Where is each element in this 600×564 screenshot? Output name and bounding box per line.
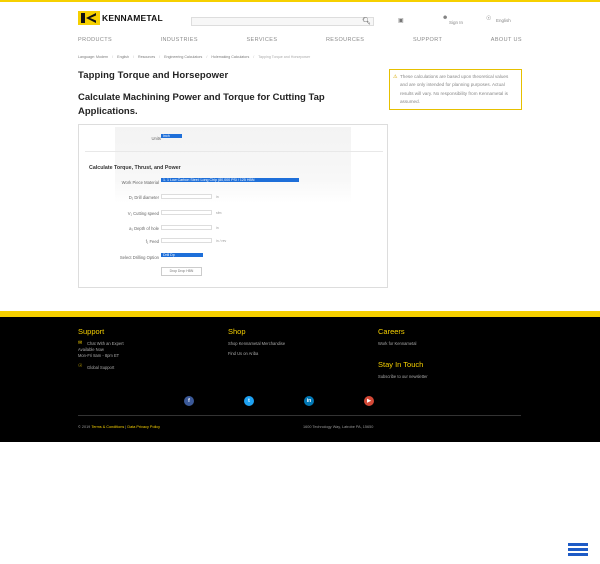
store-icon[interactable]: ▣ <box>398 17 404 24</box>
breadcrumb-item[interactable]: Resources <box>138 55 155 59</box>
linkedin-icon[interactable]: in <box>304 396 314 406</box>
breadcrumb-separator: / <box>159 55 161 59</box>
site-footer: Support ✉ Chat With an Expert Available … <box>0 317 600 442</box>
twitter-icon[interactable]: t <box>244 396 254 406</box>
drill-diameter-input[interactable] <box>161 194 212 199</box>
breadcrumb-separator: / <box>112 55 114 59</box>
copyright-bar: © 2019 Terms & Conditions | Data Privacy… <box>78 425 161 429</box>
calculate-button[interactable]: Drop Drop HBN <box>161 267 202 276</box>
page-subtitle: Calculate Machining Power and Torque for… <box>78 92 325 117</box>
availability-text: Available Now <box>78 347 104 352</box>
breadcrumb-separator: / <box>253 55 255 59</box>
flag-stripe <box>568 553 588 556</box>
breadcrumb-item[interactable]: English <box>117 55 129 59</box>
depth-input[interactable] <box>161 225 212 230</box>
drilling-option-select[interactable]: Drill Dp <box>161 253 203 257</box>
copyright-text: © 2019 <box>78 425 91 429</box>
drill-diameter-label: D₁ Drill diameter <box>128 195 159 200</box>
chat-icon: ✉ <box>78 340 83 346</box>
feedback-flag-icon[interactable] <box>568 543 588 556</box>
breadcrumb-current: Tapping Torque and Horsepower <box>258 55 311 59</box>
material-label: Work Piece Material <box>121 180 159 185</box>
nav-services[interactable]: SERVICES <box>246 37 277 45</box>
logo-mark-icon <box>78 11 100 25</box>
feed-unit: in / rev <box>216 239 227 243</box>
breadcrumb-item[interactable]: Holemaking Calculators <box>211 55 249 59</box>
drilling-option-label: Select Drilling Option <box>119 255 159 260</box>
globe-icon: ☉ <box>78 363 83 369</box>
feed-label: f₁ Feed <box>145 239 159 244</box>
logo-text: KENNAMETAL <box>102 13 163 23</box>
stay-in-touch-title: Stay In Touch <box>378 360 424 369</box>
facebook-icon[interactable]: f <box>184 396 194 406</box>
footer-divider <box>78 415 521 416</box>
newsletter-link[interactable]: Subscribe to our newsletter <box>378 374 428 379</box>
drill-diameter-unit: in <box>216 195 219 199</box>
units-select[interactable]: Inch <box>161 134 182 138</box>
flag-stripe <box>568 548 588 551</box>
search-input[interactable]: 🔍︎ <box>191 17 374 26</box>
disclaimer-text: These calculations are based upon theore… <box>400 74 509 104</box>
sign-in-link[interactable]: Sign In <box>449 20 463 25</box>
ariba-link[interactable]: Find Us on Ariba <box>228 351 258 356</box>
page-title: Tapping Torque and Horsepower <box>78 70 229 81</box>
address-text: 1600 Technology Way, Latrobe PA, 15650 <box>303 425 374 429</box>
chat-link[interactable]: Chat With an Expert <box>87 341 124 346</box>
units-label: Units <box>151 136 161 141</box>
terms-link[interactable]: Terms & Conditions <box>91 425 124 429</box>
feed-input[interactable] <box>161 238 212 243</box>
main-nav: PRODUCTS INDUSTRIES SERVICES RESOURCES S… <box>78 37 522 45</box>
breadcrumb-item[interactable]: Language: Modern <box>78 55 108 59</box>
work-for-link[interactable]: Work for Kennametal <box>378 341 416 346</box>
material-select[interactable]: 1. 1 Low Carbon Steel: Long Chip (80,000… <box>161 178 299 182</box>
cutting-speed-unit: sfm <box>216 211 222 215</box>
section-title: Calculate Torque, Thrust, and Power <box>89 165 181 171</box>
breadcrumb-item[interactable]: Engineering Calculators <box>164 55 202 59</box>
cutting-speed-input[interactable] <box>161 210 212 215</box>
shop-title: Shop <box>228 327 246 336</box>
support-title: Support <box>78 327 105 336</box>
flag-stripe <box>568 543 588 546</box>
youtube-icon[interactable]: ▶ <box>364 396 374 406</box>
nav-resources[interactable]: RESOURCES <box>326 37 364 45</box>
privacy-link[interactable]: Data Privacy Policy <box>127 425 160 429</box>
breadcrumb: Language: Modern / English / Resources / En… <box>78 55 310 59</box>
warning-icon: ⚠ <box>393 74 398 80</box>
breadcrumb-separator: / <box>132 55 134 59</box>
hours-text: Mon-Fri 8am - 8pm ET <box>78 353 120 358</box>
depth-unit: in <box>216 226 219 230</box>
nav-about-us[interactable]: ABOUT US <box>491 37 522 45</box>
nav-support[interactable]: SUPPORT <box>413 37 442 45</box>
language-selector[interactable]: English <box>496 18 511 23</box>
calculator-card: Units Inch Calculate Torque, Thrust, and… <box>78 124 388 288</box>
disclaimer-notice: ⚠ These calculations are based upon theo… <box>389 69 522 110</box>
card-divider <box>85 151 383 152</box>
global-support-link[interactable]: Global Support <box>87 365 114 370</box>
cutting-speed-label: V₁ Cutting speed <box>127 211 159 216</box>
globe-icon[interactable]: ☉ <box>486 15 491 22</box>
breadcrumb-separator: / <box>206 55 208 59</box>
nav-industries[interactable]: INDUSTRIES <box>161 37 198 45</box>
depth-label: a₁ Depth of hole <box>129 226 159 231</box>
user-icon[interactable]: ☻ <box>442 15 448 21</box>
nav-products[interactable]: PRODUCTS <box>78 37 112 45</box>
shop-merch-link[interactable]: Shop Kennametal Merchandise <box>228 341 285 346</box>
careers-title: Careers <box>378 327 405 336</box>
kennametal-logo[interactable]: KENNAMETAL <box>78 11 163 25</box>
search-icon[interactable]: 🔍︎ <box>362 18 371 26</box>
